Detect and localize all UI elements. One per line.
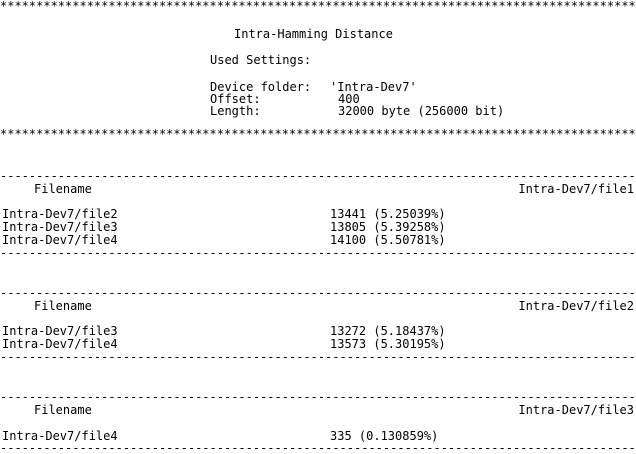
row-filename: Intra-Dev7/file3: [2, 220, 118, 234]
row-distance: 13573 (5.30195%): [330, 337, 446, 351]
row-distance: 335 (0.130859%): [330, 429, 439, 443]
table-rule-bottom: ----------------------------------------…: [0, 351, 636, 363]
filename-column-header: Filename: [34, 182, 92, 196]
settings-heading: Used Settings:: [210, 53, 312, 67]
row-filename: Intra-Dev7/file4: [2, 429, 118, 443]
star-rule-top: ****************************************…: [0, 0, 636, 12]
table-rule-top: ----------------------------------------…: [0, 170, 636, 182]
row-distance: 13441 (5.25039%): [330, 207, 446, 221]
reference-file-header: Intra-Dev7/file1: [518, 182, 634, 196]
star-rule-bottom: ****************************************…: [0, 128, 636, 140]
table-rule-bottom: ----------------------------------------…: [0, 442, 636, 454]
row-distance: 14100 (5.50781%): [330, 233, 446, 247]
reference-file-header: Intra-Dev7/file3: [518, 403, 634, 417]
table-rule-top: ----------------------------------------…: [0, 287, 636, 299]
row-filename: Intra-Dev7/file4: [2, 233, 118, 247]
reference-file-header: Intra-Dev7/file2: [518, 299, 634, 313]
length-value: 32000 byte (256000 bit): [338, 104, 505, 118]
filename-column-header: Filename: [34, 299, 92, 313]
row-distance: 13805 (5.39258%): [330, 220, 446, 234]
report-title: Intra-Hamming Distance: [234, 27, 393, 41]
row-filename: Intra-Dev7/file2: [2, 207, 118, 221]
filename-column-header: Filename: [34, 403, 92, 417]
length-label: Length:: [210, 104, 261, 118]
table-rule-bottom: ----------------------------------------…: [0, 247, 636, 259]
row-distance: 13272 (5.18437%): [330, 324, 446, 338]
table-rule-top: ----------------------------------------…: [0, 391, 636, 403]
row-filename: Intra-Dev7/file3: [2, 324, 118, 338]
row-filename: Intra-Dev7/file4: [2, 337, 118, 351]
